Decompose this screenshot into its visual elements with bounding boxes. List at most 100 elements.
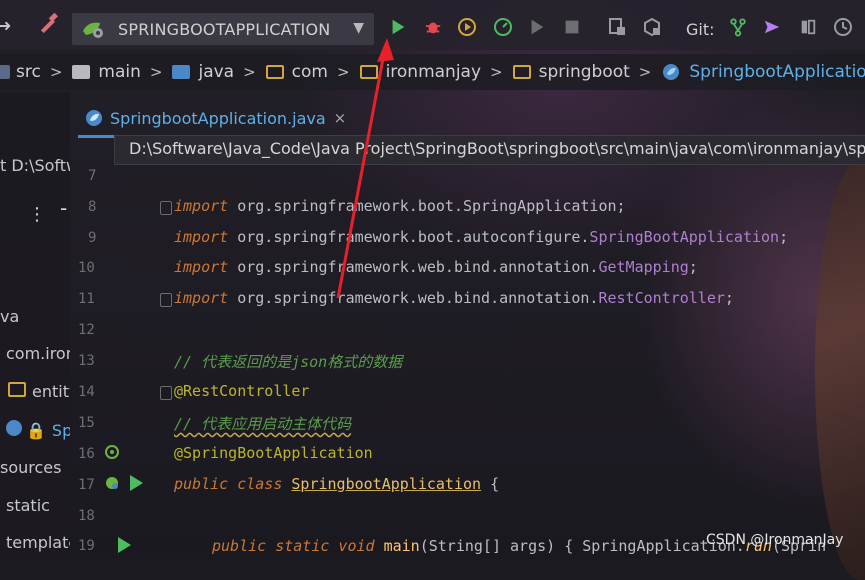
git-push-icon[interactable]	[761, 16, 783, 38]
more-options-icon[interactable]: ⋮	[28, 204, 46, 225]
chevron-right-icon: >	[490, 63, 503, 81]
line-number: 11	[78, 291, 95, 307]
keyword: import	[174, 228, 229, 246]
keyword: public class	[174, 475, 283, 493]
chevron-right-icon: >	[243, 63, 256, 81]
tree-row-entity[interactable]: entity	[8, 382, 70, 401]
line-number: 8	[88, 199, 97, 215]
breadcrumb-label-main: main	[98, 62, 141, 82]
breadcrumb-item-src[interactable]: src >	[0, 62, 72, 82]
breadcrumb-item-java[interactable]: java >	[172, 62, 265, 82]
spring-class-icon	[663, 64, 680, 80]
package-path: org.springframework.boot.autoconfigure.	[237, 228, 590, 246]
code-line: import org.springframework.web.bind.anno…	[174, 258, 698, 276]
project-tool-window: ⋮ - t D:\Softw va com.iron entity 🔒 Sp so…	[0, 92, 70, 559]
breadcrumb-item-class[interactable]: SpringbootApplication >	[661, 62, 865, 82]
build-hammer-icon[interactable]	[36, 12, 60, 36]
package-path: org.springframework.web.bind.annotation.	[237, 289, 599, 307]
line-number: 13	[78, 353, 95, 369]
git-compare-icon[interactable]	[797, 16, 819, 38]
tree-row-resources[interactable]: sources	[0, 458, 61, 477]
line-number: 19	[78, 538, 95, 554]
punctuation: {	[481, 475, 500, 493]
chevron-right-icon: >	[336, 63, 350, 81]
arrow-right-icon[interactable]: ➜	[0, 16, 11, 35]
package-icon	[512, 65, 531, 79]
run-gutter-icon[interactable]	[128, 474, 144, 492]
keyword: import	[174, 289, 229, 307]
class-name: SpringbootApplication	[291, 475, 482, 493]
breadcrumb-item-springboot[interactable]: springboot >	[512, 62, 662, 82]
debug-bug-icon[interactable]	[422, 16, 444, 38]
chevron-right-icon: >	[149, 63, 163, 81]
java-class-icon	[86, 110, 102, 126]
fold-marker-icon[interactable]	[160, 386, 172, 400]
punctuation: ;	[616, 197, 626, 215]
spring-bean-gutter-icon[interactable]	[104, 475, 120, 491]
line-number: 10	[78, 260, 95, 276]
code-comment: // 代表返回的是json格式的数据	[174, 353, 403, 371]
breadcrumb-item-ironmanjay[interactable]: ironmanjay >	[359, 62, 513, 82]
tree-row-static[interactable]: static	[6, 496, 50, 515]
folder-icon	[72, 65, 91, 79]
build-artifacts-icon[interactable]	[641, 16, 663, 38]
run-disabled-icon[interactable]	[526, 16, 548, 38]
fold-marker-icon[interactable]	[160, 201, 172, 215]
tree-row-java[interactable]: va	[0, 307, 19, 326]
project-root-row[interactable]: t D:\Softw	[0, 156, 70, 175]
breadcrumb-label-src: src	[16, 62, 41, 82]
code-line: public class SpringbootApplication {	[174, 475, 499, 493]
class-ref: GetMapping	[598, 258, 689, 276]
breadcrumb-item-com[interactable]: com >	[265, 62, 360, 82]
keyword: import	[174, 197, 229, 215]
chevron-right-icon: >	[638, 63, 652, 81]
git-history-icon[interactable]	[832, 16, 854, 38]
stop-icon[interactable]	[561, 16, 583, 38]
package-icon	[359, 65, 378, 79]
punctuation: ;	[688, 258, 698, 276]
breadcrumb-item-main[interactable]: main >	[72, 62, 172, 82]
line-number: 9	[88, 230, 97, 246]
editor-tab-label: SpringbootApplication.java	[110, 108, 326, 128]
chevron-right-icon: >	[49, 63, 63, 81]
tree-label-application-class: Sp	[51, 421, 70, 440]
profiler-gauge-icon[interactable]	[492, 16, 514, 38]
punctuation: ;	[724, 289, 734, 307]
breadcrumb-label-com: com	[291, 62, 328, 82]
class-ref: SpringBootApplication	[589, 228, 780, 246]
editor-tab-application[interactable]: SpringbootApplication.java ×	[78, 101, 353, 138]
keyword: public static void	[212, 537, 375, 555]
code-annotation: @RestController	[174, 382, 310, 400]
breadcrumb-label-java: java	[198, 62, 235, 82]
close-icon[interactable]: ×	[334, 109, 347, 127]
git-branch-icon[interactable]	[727, 16, 749, 38]
breadcrumb-label-springboot: springboot	[538, 62, 630, 82]
method-name: main	[383, 537, 420, 555]
chevron-down-icon: ▼	[353, 20, 364, 36]
collapse-icon[interactable]: -	[60, 196, 67, 220]
comment-text: // 代表应用启动主体代码	[174, 415, 352, 433]
file-path-tooltip: D:\Software\Java_Code\Java Project\Sprin…	[114, 135, 865, 165]
run-icon[interactable]	[387, 16, 409, 38]
class-ref: RestController	[598, 289, 725, 307]
tree-row-application-class[interactable]: 🔒 Sp	[6, 420, 70, 440]
breadcrumb-label-class: SpringbootApplication	[689, 62, 865, 82]
run-configuration-label: SPRINGBOOTAPPLICATION	[118, 19, 331, 39]
watermark: CSDN @IronmanJay	[706, 532, 844, 548]
spring-bean-gutter-icon[interactable]	[104, 444, 120, 460]
code-comment: // 代表应用启动主体代码	[174, 413, 351, 434]
tree-row-templates[interactable]: template	[6, 533, 70, 552]
run-with-coverage-icon[interactable]	[456, 16, 478, 38]
fold-marker-icon[interactable]	[160, 293, 172, 307]
code-text: (String[] args) { SpringApplication.	[419, 537, 745, 555]
class-ref: SpringApplication	[463, 197, 617, 215]
tree-row-package[interactable]: com.iron	[6, 344, 70, 363]
run-configuration-selector[interactable]: SPRINGBOOTAPPLICATION ▼	[72, 13, 374, 45]
code-line: import org.springframework.boot.SpringAp…	[174, 197, 626, 215]
tree-label-entity: entity	[32, 382, 70, 401]
line-number: 14	[78, 384, 95, 400]
attach-debugger-icon[interactable]	[606, 16, 628, 38]
run-gutter-icon[interactable]	[116, 536, 132, 554]
package-path: org.springframework.web.bind.annotation.	[237, 258, 599, 276]
breadcrumb: src > main > java > com > ironmanjay > s…	[0, 54, 865, 90]
